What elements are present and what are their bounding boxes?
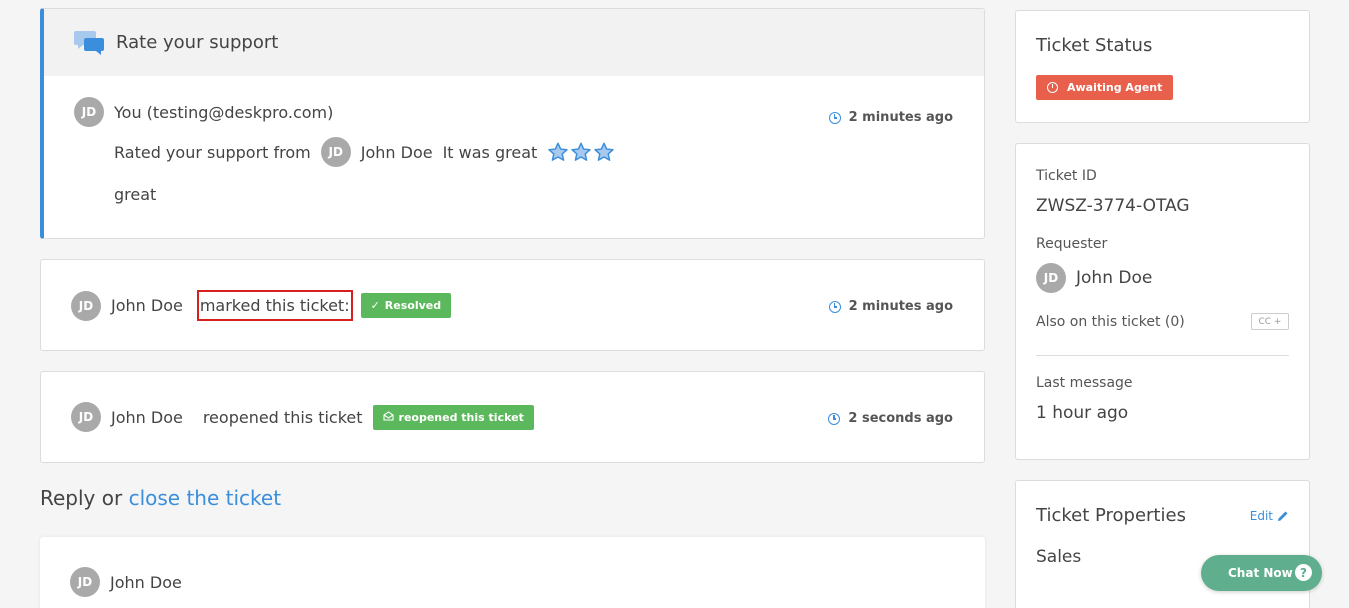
reopened-badge-label: reopened this ticket — [398, 410, 524, 424]
close-ticket-link[interactable]: close the ticket — [129, 486, 281, 510]
agent-name: John Doe — [360, 142, 433, 162]
reply-prefix: Reply or — [40, 486, 123, 510]
envelope-open-icon — [382, 410, 394, 424]
avatar: JD — [74, 97, 104, 127]
edit-properties-button[interactable]: Edit — [1250, 509, 1289, 523]
cc-add-button[interactable]: CC + — [1251, 313, 1289, 330]
rating-card: Rate your support JD You (testing@deskpr… — [40, 8, 985, 239]
ticket-id-label: Ticket ID — [1036, 168, 1097, 184]
event-action: reopened this ticket — [202, 407, 363, 427]
reply-card[interactable]: JD John Doe — [40, 537, 985, 608]
reopened-badge: reopened this ticket — [372, 404, 534, 430]
clock-icon — [828, 412, 841, 425]
event-resolved: JD John Doe marked this ticket: ✓ Resolv… — [40, 259, 985, 351]
star-icon — [571, 142, 591, 161]
chat-now-button[interactable]: Chat Now ? — [1201, 555, 1322, 591]
ticket-id-value: ZWSZ-3774-OTAG — [1036, 196, 1190, 216]
chat-bubbles-icon — [74, 29, 106, 57]
rating-comment: great — [114, 185, 156, 204]
rating-author-row: JD You (testing@deskpro.com) — [74, 97, 333, 127]
also-on-ticket-label: Also on this ticket (0) — [1036, 314, 1185, 330]
ticket-properties-heading: Ticket Properties — [1036, 505, 1186, 526]
star-icon — [594, 142, 614, 161]
ticket-info-card: Ticket ID ZWSZ-3774-OTAG Requester JD Jo… — [1015, 143, 1310, 460]
resolved-badge: ✓ Resolved — [360, 293, 452, 318]
rated-text: Rated your support from — [114, 142, 311, 162]
chat-now-label: Chat Now — [1228, 566, 1293, 580]
rating-author: You (testing@deskpro.com) — [114, 102, 334, 122]
ticket-status-card: Ticket Status Awaiting Agent — [1015, 10, 1310, 123]
rating-time-text: 2 minutes ago — [848, 110, 953, 125]
event-time-text: 2 seconds ago — [848, 411, 953, 426]
reply-author: John Doe — [110, 572, 182, 592]
clock-icon — [1047, 82, 1058, 93]
divider — [1036, 355, 1289, 356]
star-icon — [548, 142, 568, 161]
event-action: marked this ticket: — [196, 290, 353, 321]
event-time-text: 2 minutes ago — [848, 299, 953, 314]
ticket-status-heading: Ticket Status — [1036, 35, 1153, 56]
help-icon: ? — [1295, 564, 1312, 581]
status-badge: Awaiting Agent — [1036, 75, 1174, 100]
requester-name: John Doe — [1076, 268, 1153, 288]
rating-verdict: It was great — [442, 142, 538, 162]
event-time: 2 minutes ago — [828, 299, 953, 314]
agent-avatar: JD — [320, 137, 351, 167]
rating-stars — [547, 141, 616, 163]
reply-author-row: JD John Doe — [70, 567, 182, 597]
rating-title: Rate your support — [116, 32, 279, 53]
check-icon: ✓ — [370, 299, 380, 312]
event-author: John Doe — [111, 407, 183, 427]
clock-icon — [828, 111, 841, 124]
event-reopened: JD John Doe reopened this ticket reopene… — [40, 371, 985, 463]
last-message-label: Last message — [1036, 375, 1133, 391]
avatar: JD — [1036, 263, 1066, 293]
event-row: JD John Doe reopened this ticket reopene… — [71, 402, 534, 432]
avatar: JD — [71, 290, 101, 321]
event-author: John Doe — [111, 296, 183, 315]
reply-heading: Reply or close the ticket — [40, 486, 281, 510]
pencil-icon — [1278, 511, 1288, 521]
rating-header: Rate your support — [44, 9, 984, 76]
requester-label: Requester — [1036, 236, 1108, 252]
last-message-value: 1 hour ago — [1036, 403, 1129, 423]
requester-row: JD John Doe — [1036, 263, 1152, 293]
rating-comment-text: great — [114, 185, 157, 204]
rating-time: 2 minutes ago — [828, 110, 953, 125]
ticket-property-value: Sales — [1036, 547, 1082, 567]
clock-icon — [828, 300, 841, 313]
resolved-badge-label: Resolved — [384, 299, 442, 312]
status-badge-wrap: Awaiting Agent — [1036, 75, 1174, 100]
avatar: JD — [70, 567, 100, 597]
event-time: 2 seconds ago — [828, 411, 953, 426]
avatar: JD — [71, 402, 101, 432]
event-row: JD John Doe marked this ticket: ✓ Resolv… — [71, 290, 452, 321]
rating-detail-row: Rated your support from JD John Doe It w… — [114, 137, 616, 167]
edit-label: Edit — [1249, 509, 1273, 523]
status-badge-label: Awaiting Agent — [1067, 81, 1163, 94]
